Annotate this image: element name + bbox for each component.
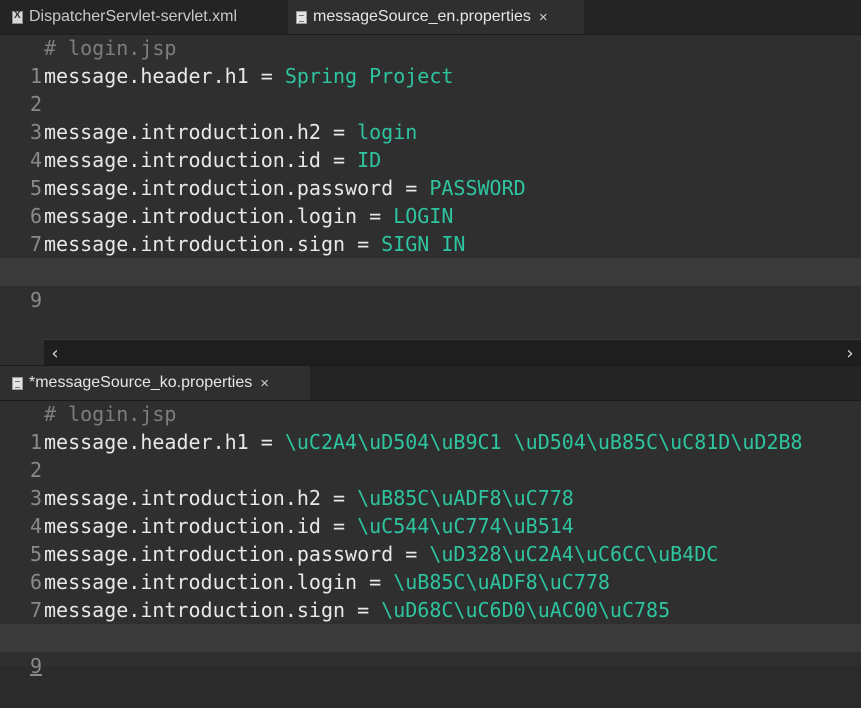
property-value: \uD328\uC2A4\uC6CC\uB4DC xyxy=(429,542,719,566)
code-line[interactable]: 6 message.introduction.password = PASSWO… xyxy=(0,174,861,228)
tab-messagesource-ko[interactable]: *messageSource_ko.properties × xyxy=(0,366,310,400)
code-line[interactable]: 1 # login.jsp xyxy=(0,400,861,454)
equals-sign: = xyxy=(320,514,358,538)
editor-pane-en: DispatcherServlet-servlet.xml messageSou… xyxy=(0,0,861,366)
code-line[interactable]: 1 # login.jsp xyxy=(0,34,861,88)
property-value: SIGN IN xyxy=(381,232,466,256)
scroll-left-icon[interactable]: ‹ xyxy=(44,340,66,366)
property-key: message.introduction.login xyxy=(44,570,358,594)
property-key: message.introduction.login xyxy=(44,204,358,228)
editor-pane-ko: *messageSource_ko.properties × 1 # login… xyxy=(0,366,861,678)
property-key: message.introduction.id xyxy=(44,514,321,538)
scroll-right-icon[interactable]: › xyxy=(839,340,861,366)
property-value: Spring Project xyxy=(284,64,454,88)
property-key: message.introduction.h2 xyxy=(44,486,321,510)
code-line-current[interactable]: 9 xyxy=(0,624,861,678)
property-key: message.introduction.id xyxy=(44,148,321,172)
property-key: message.header.h1 xyxy=(44,430,249,454)
line-number: 9 xyxy=(29,288,42,312)
property-value: ID xyxy=(357,148,382,172)
comment: # login.jsp xyxy=(44,402,177,426)
equals-sign: = xyxy=(357,204,394,228)
code-editor-ko[interactable]: 1 # login.jsp 2 message.header.h1 = \uC2… xyxy=(0,400,861,678)
equals-sign: = xyxy=(248,430,285,454)
code-line[interactable]: 3 xyxy=(0,90,861,144)
property-value: PASSWORD xyxy=(429,176,526,200)
xml-file-icon xyxy=(12,10,23,24)
equals-sign: = xyxy=(393,542,430,566)
property-value: \uC2A4\uD504\uB9C1 \uD504\uB85C\uC81D\uD… xyxy=(284,430,803,454)
code-line[interactable]: 8 message.introduction.sign = SIGN IN xyxy=(0,230,861,284)
code-line[interactable]: 4 message.introduction.h2 = \uB85C\uADF8… xyxy=(0,484,861,538)
close-icon[interactable]: × xyxy=(260,376,269,391)
equals-sign: = xyxy=(320,148,358,172)
property-value: \uD68C\uC6D0\uAC00\uC785 xyxy=(381,598,671,622)
code-line[interactable]: 2 message.header.h1 = Spring Project xyxy=(0,62,861,116)
line-number: 9 xyxy=(29,654,42,678)
tab-bar-bottom: *messageSource_ko.properties × xyxy=(0,366,861,401)
tab-messagesource-en[interactable]: messageSource_en.properties × xyxy=(288,0,584,34)
equals-sign: = xyxy=(393,176,430,200)
code-line[interactable]: 3 xyxy=(0,456,861,510)
equals-sign: = xyxy=(248,64,285,88)
equals-sign: = xyxy=(345,598,382,622)
property-key: message.introduction.sign xyxy=(44,232,346,256)
tab-dispatcher-servlet-xml[interactable]: DispatcherServlet-servlet.xml xyxy=(0,0,288,34)
property-key: message.introduction.password xyxy=(44,176,394,200)
properties-file-icon xyxy=(296,10,307,24)
horizontal-scrollbar[interactable]: ‹ › xyxy=(44,339,861,366)
comment: # login.jsp xyxy=(44,36,177,60)
code-line[interactable]: 6 message.introduction.password = \uD328… xyxy=(0,540,861,594)
properties-file-icon xyxy=(12,376,23,390)
property-key: message.header.h1 xyxy=(44,64,249,88)
tab-label: DispatcherServlet-servlet.xml xyxy=(29,8,238,25)
property-value: \uC544\uC774\uB514 xyxy=(357,514,574,538)
property-key: message.introduction.sign xyxy=(44,598,346,622)
equals-sign: = xyxy=(320,120,358,144)
code-line[interactable]: 2 message.header.h1 = \uC2A4\uD504\uB9C1… xyxy=(0,428,861,482)
code-line[interactable]: 4 message.introduction.h2 = login xyxy=(0,118,861,172)
property-value: \uB85C\uADF8\uC778 xyxy=(357,486,574,510)
property-value: login xyxy=(357,120,418,144)
code-line[interactable]: 5 message.introduction.id = \uC544\uC774… xyxy=(0,512,861,566)
code-line[interactable]: 7 message.introduction.login = LOGIN xyxy=(0,202,861,256)
code-line[interactable]: 5 message.introduction.id = ID xyxy=(0,146,861,200)
property-key: message.introduction.password xyxy=(44,542,394,566)
code-line-current[interactable]: 9 xyxy=(0,258,861,312)
code-editor-en[interactable]: 1 # login.jsp 2 message.header.h1 = Spri… xyxy=(0,34,861,312)
code-line[interactable]: 7 message.introduction.login = \uB85C\uA… xyxy=(0,568,861,622)
equals-sign: = xyxy=(345,232,382,256)
equals-sign: = xyxy=(357,570,394,594)
property-value: LOGIN xyxy=(393,204,454,228)
close-icon[interactable]: × xyxy=(539,10,548,25)
property-key: message.introduction.h2 xyxy=(44,120,321,144)
property-value: \uB85C\uADF8\uC778 xyxy=(393,570,610,594)
tab-label: messageSource_en.properties xyxy=(313,8,531,25)
tab-label: *messageSource_ko.properties xyxy=(29,374,253,391)
equals-sign: = xyxy=(320,486,358,510)
tab-bar-top: DispatcherServlet-servlet.xml messageSou… xyxy=(0,0,861,35)
code-line[interactable]: 8 message.introduction.sign = \uD68C\uC6… xyxy=(0,596,861,650)
